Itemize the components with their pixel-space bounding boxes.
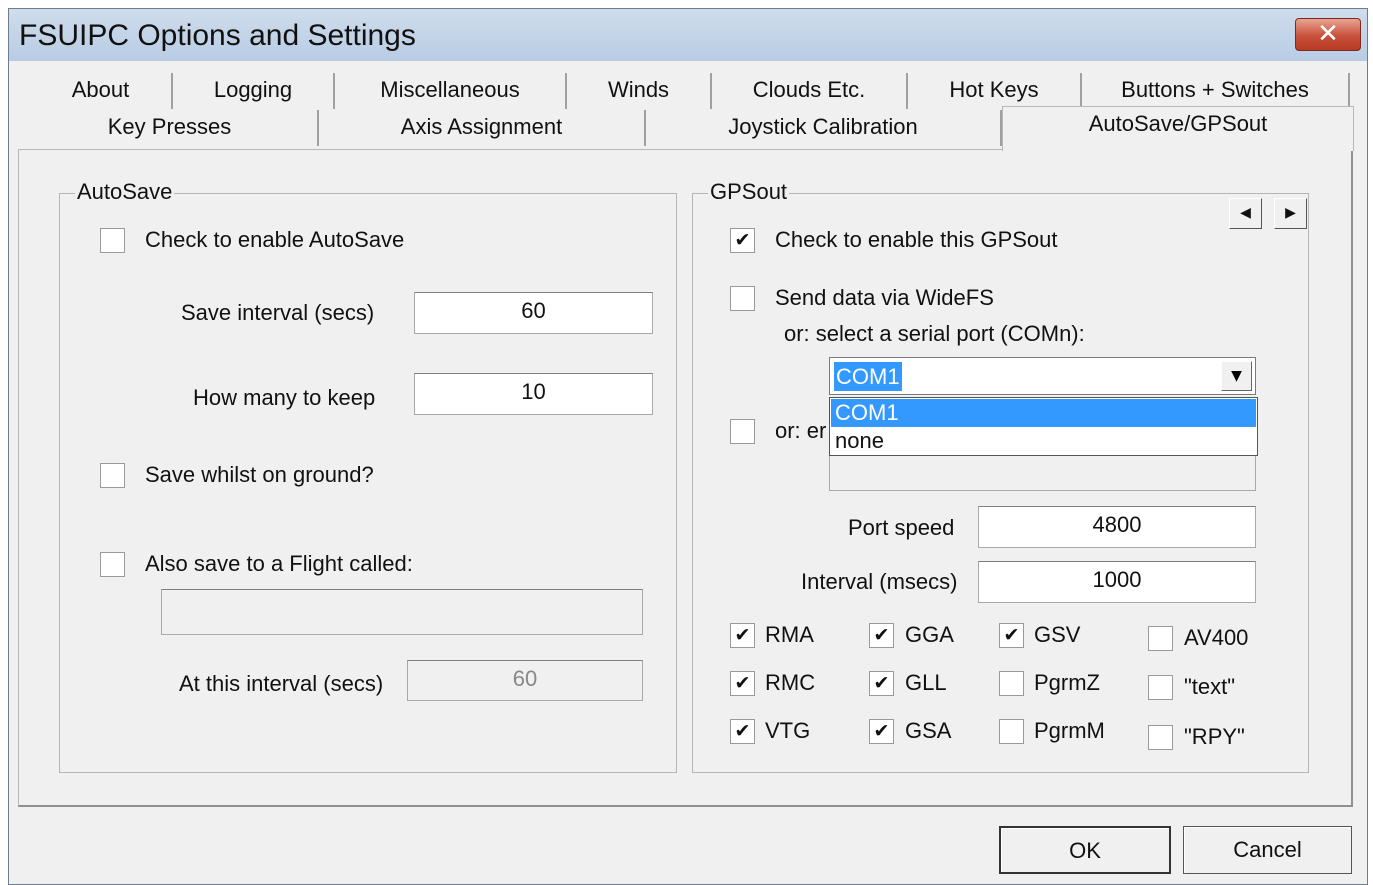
right-arrow-icon: ▶ xyxy=(1285,205,1296,221)
other-connection-checkbox[interactable] xyxy=(730,419,755,444)
check-icon: ✔ xyxy=(873,720,890,742)
sentence-label-rpy: "RPY" xyxy=(1184,724,1245,749)
sentence-label-gga: GGA xyxy=(905,622,954,647)
sentence-checkbox-rpy[interactable] xyxy=(1148,725,1173,750)
check-icon: ✔ xyxy=(734,672,751,694)
close-button[interactable]: ✕ xyxy=(1295,18,1361,51)
sentence-label-gsa: GSA xyxy=(905,718,952,743)
sentence-label-gsv: GSV xyxy=(1034,622,1081,647)
port-option-com1[interactable]: COM1 xyxy=(831,399,1256,427)
widefs-label: Send data via WideFS xyxy=(775,285,994,310)
sentence-checkbox-gga[interactable]: ✔ xyxy=(869,623,894,648)
tab-logging[interactable]: Logging xyxy=(173,73,335,109)
widefs-checkbox[interactable] xyxy=(730,286,755,311)
port-speed-input[interactable]: 4800 xyxy=(978,506,1256,548)
prev-gpsout-button[interactable]: ◀ xyxy=(1229,198,1262,229)
sentence-checkbox-text[interactable] xyxy=(1148,675,1173,700)
sentence-checkbox-rmc[interactable]: ✔ xyxy=(730,671,755,696)
gps-interval-label: Interval (msecs) xyxy=(801,569,958,594)
sentence-label-vtg: VTG xyxy=(765,718,811,743)
other-connection-label: or: er xyxy=(775,418,827,443)
dropdown-arrow-button[interactable]: ▼ xyxy=(1221,361,1252,391)
tab-joystick-calibration[interactable]: Joystick Calibration xyxy=(646,110,1002,146)
tab-autosave-gpsout[interactable]: AutoSave/GPSout xyxy=(1002,106,1354,151)
window-title: FSUIPC Options and Settings xyxy=(19,19,416,52)
tab-buttons-switches[interactable]: Buttons + Switches xyxy=(1082,73,1350,109)
title-bar: FSUIPC Options and Settings ✕ xyxy=(9,9,1367,61)
save-on-ground-label: Save whilst on ground? xyxy=(145,462,374,487)
close-icon: ✕ xyxy=(1317,19,1339,49)
save-interval-label: Save interval (secs) xyxy=(181,300,375,325)
tab-winds[interactable]: Winds xyxy=(567,73,712,109)
sentence-label-gll: GLL xyxy=(905,670,947,695)
serial-port-dropdown[interactable]: COM1 ▼ xyxy=(829,357,1256,395)
sentence-checkbox-rma[interactable]: ✔ xyxy=(730,623,755,648)
sentence-checkbox-pgrmz[interactable] xyxy=(999,671,1024,696)
at-interval-input[interactable]: 60 xyxy=(407,660,643,701)
sentence-label-pgrmz: PgrmZ xyxy=(1034,670,1100,695)
save-interval-input[interactable]: 60 xyxy=(414,292,653,334)
next-gpsout-button[interactable]: ▶ xyxy=(1274,198,1307,229)
keep-count-input[interactable]: 10 xyxy=(414,373,653,415)
check-icon: ✔ xyxy=(734,720,751,742)
sentence-checkbox-vtg[interactable]: ✔ xyxy=(730,719,755,744)
serial-port-options-list: COM1 none xyxy=(829,397,1258,456)
autosave-group-title: AutoSave xyxy=(75,179,175,205)
chevron-down-icon: ▼ xyxy=(1231,368,1242,384)
flight-name-input[interactable] xyxy=(161,589,643,635)
port-speed-label: Port speed xyxy=(848,515,955,540)
check-icon: ✔ xyxy=(734,229,751,251)
tab-axis-assignment[interactable]: Axis Assignment xyxy=(319,110,646,146)
port-option-none[interactable]: none xyxy=(831,427,1256,455)
save-to-flight-label: Also save to a Flight called: xyxy=(145,551,413,576)
check-icon: ✔ xyxy=(734,624,751,646)
autosave-enable-checkbox[interactable] xyxy=(100,228,125,253)
tab-clouds[interactable]: Clouds Etc. xyxy=(712,73,908,109)
sentence-checkbox-gsa[interactable]: ✔ xyxy=(869,719,894,744)
keep-count-label: How many to keep xyxy=(193,385,376,410)
sentence-label-rmc: RMC xyxy=(765,670,816,695)
gpsout-enable-label: Check to enable this GPSout xyxy=(775,227,1058,252)
cancel-button[interactable]: Cancel xyxy=(1183,826,1352,874)
ok-button[interactable]: OK xyxy=(999,826,1171,874)
check-icon: ✔ xyxy=(1003,624,1020,646)
gpsout-group-title: GPSout xyxy=(708,179,790,205)
sentence-label-rma: RMA xyxy=(765,622,814,647)
serial-port-label: or: select a serial port (COMn): xyxy=(784,321,1085,346)
sentence-checkbox-gsv[interactable]: ✔ xyxy=(999,623,1024,648)
check-icon: ✔ xyxy=(873,672,890,694)
tab-hot-keys[interactable]: Hot Keys xyxy=(908,73,1082,109)
gps-interval-input[interactable]: 1000 xyxy=(978,561,1256,603)
sentence-label-pgrmm: PgrmM xyxy=(1034,718,1105,743)
left-arrow-icon: ◀ xyxy=(1240,205,1251,221)
sentence-checkbox-gll[interactable]: ✔ xyxy=(869,671,894,696)
tab-about[interactable]: About xyxy=(30,73,173,109)
sentence-label-text: "text" xyxy=(1184,674,1236,699)
save-on-ground-checkbox[interactable] xyxy=(100,463,125,488)
check-icon: ✔ xyxy=(873,624,890,646)
tab-key-presses[interactable]: Key Presses xyxy=(22,110,319,146)
gpsout-enable-checkbox[interactable]: ✔ xyxy=(730,228,755,253)
save-to-flight-checkbox[interactable] xyxy=(100,552,125,577)
tab-miscellaneous[interactable]: Miscellaneous xyxy=(335,73,567,109)
serial-port-value: COM1 xyxy=(834,362,902,391)
sentence-label-av400: AV400 xyxy=(1184,625,1249,650)
autosave-enable-label: Check to enable AutoSave xyxy=(145,227,405,252)
at-interval-label: At this interval (secs) xyxy=(179,671,384,696)
sentence-checkbox-pgrmm[interactable] xyxy=(999,719,1024,744)
sentence-checkbox-av400[interactable] xyxy=(1148,626,1173,651)
